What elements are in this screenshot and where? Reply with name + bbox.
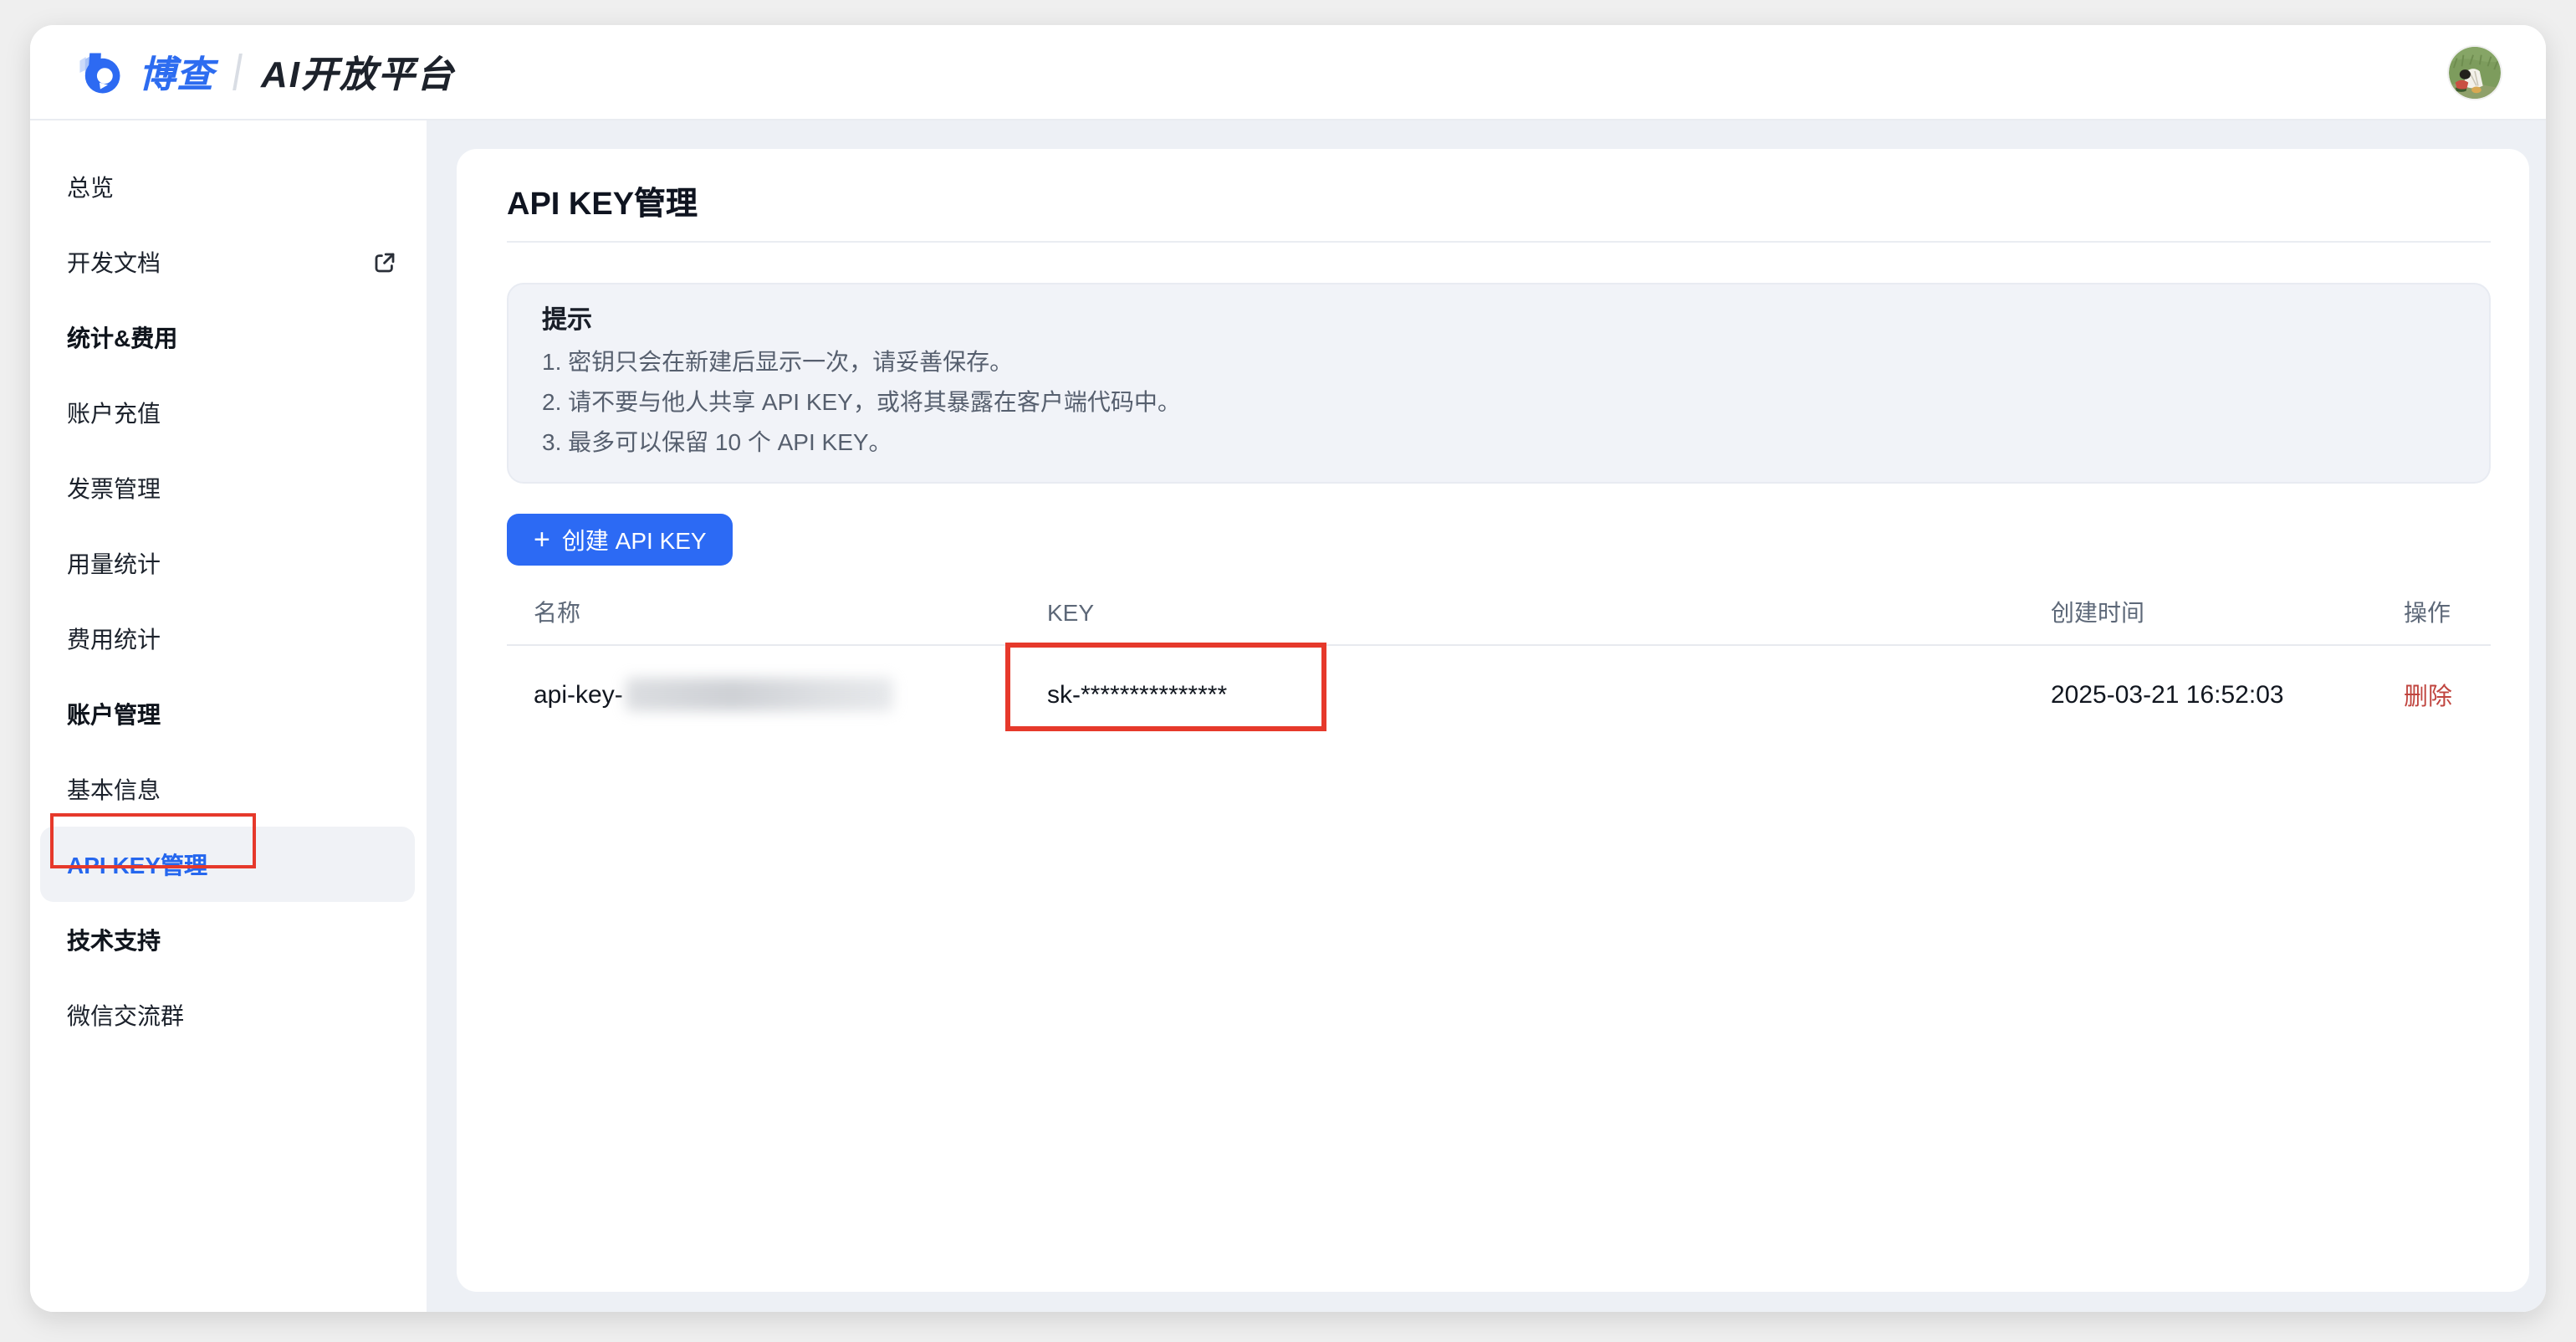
table-row: api-key- sk-*************** 2025-03-21 1… xyxy=(507,646,2491,743)
window-body: 总览 开发文档 统计&费用 账户充值 发票管理 用量统计 费用统计 xyxy=(30,120,2546,1312)
cell-key-value: sk-*************** xyxy=(1020,680,2024,709)
sidebar-item-cost-stats[interactable]: 费用统计 xyxy=(30,601,427,676)
cell-created-time: 2025-03-21 16:52:03 xyxy=(2024,680,2377,709)
sidebar-item-api-key[interactable]: API KEY管理 xyxy=(40,827,415,902)
tips-box: 提示 1. 密钥只会在新建后显示一次，请妥善保存。 2. 请不要与他人共享 AP… xyxy=(507,283,2491,484)
tip-line: 2. 请不要与他人共享 API KEY，或将其暴露在客户端代码中。 xyxy=(542,382,2456,422)
key-name-prefix: api-key- xyxy=(534,680,623,709)
sidebar-item-usage-stats[interactable]: 用量统计 xyxy=(30,525,427,601)
sidebar-section-stats-fees: 统计&费用 xyxy=(30,300,427,375)
column-header-name: 名称 xyxy=(507,595,1020,628)
column-header-action: 操作 xyxy=(2377,595,2491,628)
user-avatar[interactable] xyxy=(2449,46,2501,98)
brand-logo[interactable]: 博查 AI开放平台 xyxy=(75,45,455,99)
cell-action: 删除 xyxy=(2377,677,2491,712)
page-title: API KEY管理 xyxy=(507,149,2491,224)
cell-key-name: api-key- xyxy=(507,678,1020,711)
api-key-table: 名称 KEY 创建时间 操作 api-key- sk-*************… xyxy=(507,579,2491,743)
sidebar-item-wechat-group[interactable]: 微信交流群 xyxy=(30,977,427,1053)
top-header: 博查 AI开放平台 xyxy=(30,25,2546,120)
tip-line: 1. 密钥只会在新建后显示一次，请妥善保存。 xyxy=(542,341,2456,382)
create-api-key-button[interactable]: + 创建 API KEY xyxy=(507,514,733,566)
sidebar-item-overview[interactable]: 总览 xyxy=(30,149,427,224)
product-name: AI开放平台 xyxy=(261,45,455,99)
plus-icon: + xyxy=(534,525,550,553)
title-divider xyxy=(507,241,2491,243)
brand-icon xyxy=(75,48,124,96)
content-panel: API KEY管理 提示 1. 密钥只会在新建后显示一次，请妥善保存。 2. 请… xyxy=(457,149,2529,1292)
sidebar-item-label: 开发文档 xyxy=(67,245,161,279)
sidebar-nav: 总览 开发文档 统计&费用 账户充值 发票管理 用量统计 费用统计 xyxy=(30,120,427,1312)
sidebar-item-basic-info[interactable]: 基本信息 xyxy=(30,751,427,827)
column-header-created: 创建时间 xyxy=(2024,595,2377,628)
external-link-icon xyxy=(373,250,396,274)
brand-divider xyxy=(233,54,243,90)
sidebar-section-support: 技术支持 xyxy=(30,902,427,977)
tips-title: 提示 xyxy=(542,308,2456,335)
tips-list: 1. 密钥只会在新建后显示一次，请妥善保存。 2. 请不要与他人共享 API K… xyxy=(542,341,2456,462)
sidebar-section-account: 账户管理 xyxy=(30,676,427,751)
column-header-key: KEY xyxy=(1020,598,2024,625)
tip-line: 3. 最多可以保留 10 个 API KEY。 xyxy=(542,422,2456,462)
sidebar-item-invoice[interactable]: 发票管理 xyxy=(30,450,427,525)
table-header-row: 名称 KEY 创建时间 操作 xyxy=(507,579,2491,644)
page: 博查 AI开放平台 xyxy=(0,0,2576,1342)
app-window: 博查 AI开放平台 xyxy=(30,25,2546,1312)
brand-name: 博查 xyxy=(139,45,214,99)
sidebar-item-docs[interactable]: 开发文档 xyxy=(30,224,427,300)
redacted-name-blur xyxy=(626,678,894,711)
delete-link[interactable]: 删除 xyxy=(2404,684,2452,710)
main-area: API KEY管理 提示 1. 密钥只会在新建后显示一次，请妥善保存。 2. 请… xyxy=(427,120,2546,1312)
sidebar-item-recharge[interactable]: 账户充值 xyxy=(30,375,427,450)
create-button-label: 创建 API KEY xyxy=(562,523,707,556)
